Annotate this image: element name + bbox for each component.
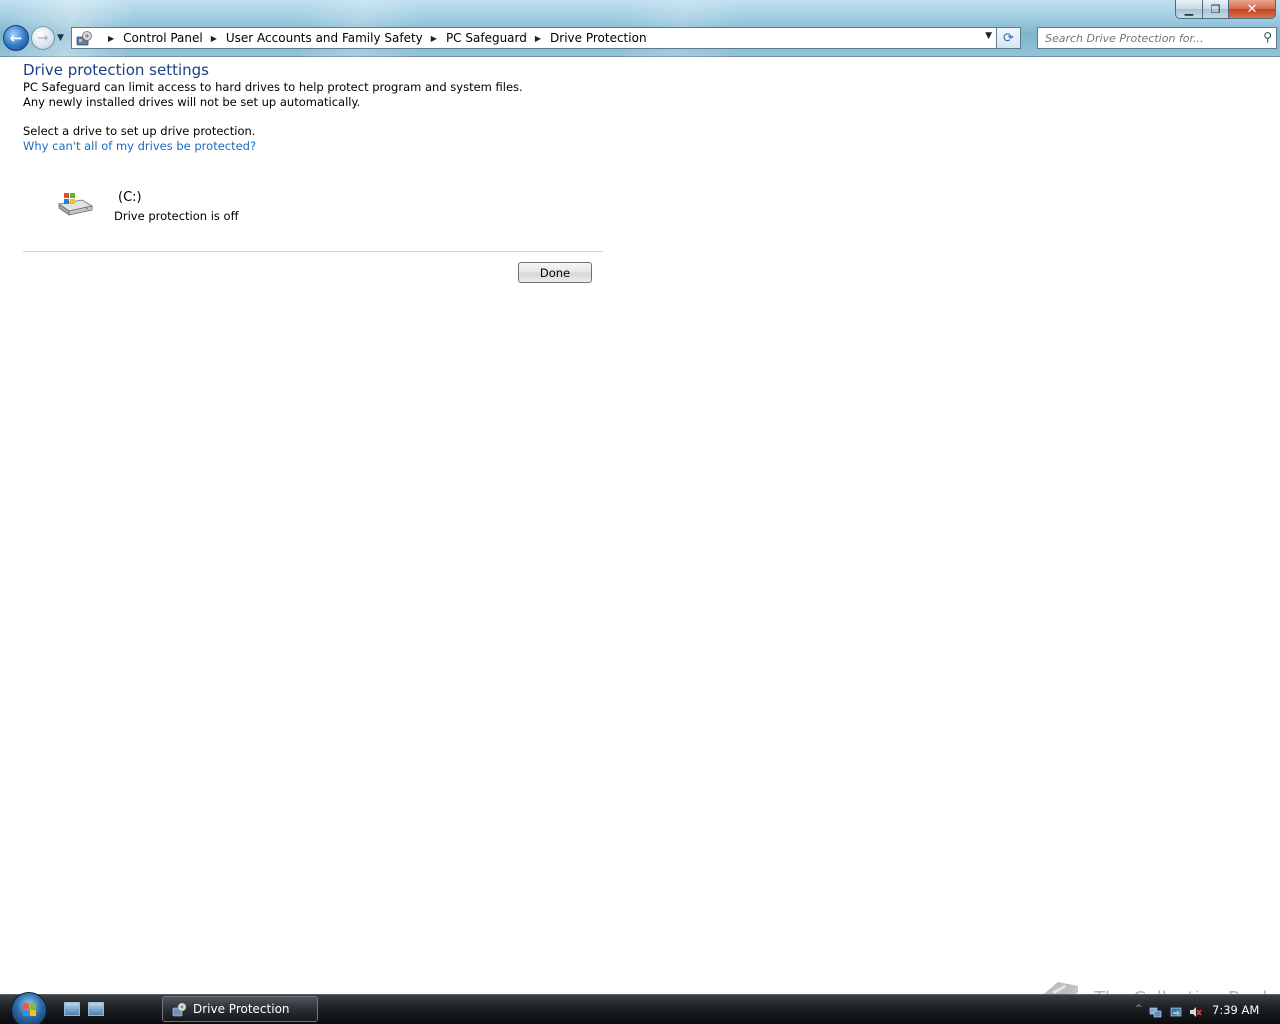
breadcrumb-control-panel[interactable]: Control Panel: [123, 31, 203, 45]
breadcrumb-user-accounts[interactable]: User Accounts and Family Safety: [226, 31, 423, 45]
windows-logo-icon: [11, 992, 47, 1024]
breadcrumb-separator-icon[interactable]: ▶: [108, 34, 114, 43]
why-not-all-drives-link[interactable]: Why can't all of my drives be protected?: [23, 139, 256, 153]
breadcrumb-separator-icon[interactable]: ▶: [431, 34, 437, 43]
taskbar-button-label: Drive Protection: [193, 1002, 290, 1016]
restore-icon: ❐: [1210, 2, 1221, 16]
drive-status: Drive protection is off: [114, 209, 239, 223]
forward-arrow-icon: →: [37, 30, 49, 46]
start-button[interactable]: [9, 992, 49, 1024]
description-line-1: PC Safeguard can limit access to hard dr…: [23, 80, 523, 94]
maximize-button[interactable]: ❐: [1202, 0, 1229, 19]
safely-remove-hardware-icon[interactable]: [1169, 1003, 1183, 1017]
divider: [23, 251, 603, 252]
volume-muted-icon[interactable]: [1189, 1003, 1203, 1017]
breadcrumb-pc-safeguard[interactable]: PC Safeguard: [446, 31, 527, 45]
taskbar-clock[interactable]: 7:39 AM: [1212, 1003, 1259, 1017]
description-line-2: Any newly installed drives will not be s…: [23, 95, 361, 109]
control-panel-icon: [172, 1001, 188, 1017]
close-icon: ✕: [1246, 1, 1258, 17]
content-pane: Drive protection settings PC Safeguard c…: [0, 58, 1280, 993]
window-chrome: ▁ ❐ ✕ ← → ▼ ▶ Control Panel ▶ User Accou…: [0, 0, 1280, 57]
refresh-icon: ⟳: [1003, 30, 1014, 46]
show-hidden-icons-chevron-icon[interactable]: ^: [1135, 1004, 1143, 1014]
drive-name[interactable]: (C:): [118, 190, 142, 205]
minimize-icon: ▁: [1184, 2, 1194, 16]
search-icon[interactable]: ⚲: [1263, 30, 1272, 44]
breadcrumb-drive-protection[interactable]: Drive Protection: [550, 31, 647, 45]
search-box[interactable]: ⚲: [1037, 27, 1277, 49]
control-panel-icon: [76, 30, 94, 46]
back-arrow-icon: ←: [9, 29, 23, 47]
taskbar-button-drive-protection[interactable]: Drive Protection: [162, 996, 318, 1022]
refresh-button[interactable]: ⟳: [997, 27, 1021, 49]
switch-windows-icon[interactable]: [88, 1002, 104, 1016]
drive-item-c[interactable]: (C:) Drive protection is off: [52, 184, 312, 230]
breadcrumb-separator-icon[interactable]: ▶: [211, 34, 217, 43]
minimize-button[interactable]: ▁: [1175, 0, 1203, 19]
network-icon[interactable]: [1149, 1003, 1163, 1018]
page-title: Drive protection settings: [23, 61, 209, 79]
back-button[interactable]: ←: [3, 25, 29, 51]
recent-pages-dropdown-icon[interactable]: ▼: [57, 33, 64, 43]
address-bar[interactable]: ▶ Control Panel ▶ User Accounts and Fami…: [71, 27, 997, 49]
forward-button[interactable]: →: [31, 26, 55, 50]
address-dropdown-icon[interactable]: ▼: [985, 31, 992, 41]
breadcrumb-separator-icon[interactable]: ▶: [535, 34, 541, 43]
show-desktop-icon[interactable]: [64, 1002, 80, 1016]
close-button[interactable]: ✕: [1228, 0, 1276, 19]
done-button[interactable]: Done: [518, 262, 592, 283]
hard-drive-windows-icon: [56, 190, 94, 218]
search-input[interactable]: [1045, 31, 1257, 45]
select-drive-prompt: Select a drive to set up drive protectio…: [23, 124, 256, 138]
